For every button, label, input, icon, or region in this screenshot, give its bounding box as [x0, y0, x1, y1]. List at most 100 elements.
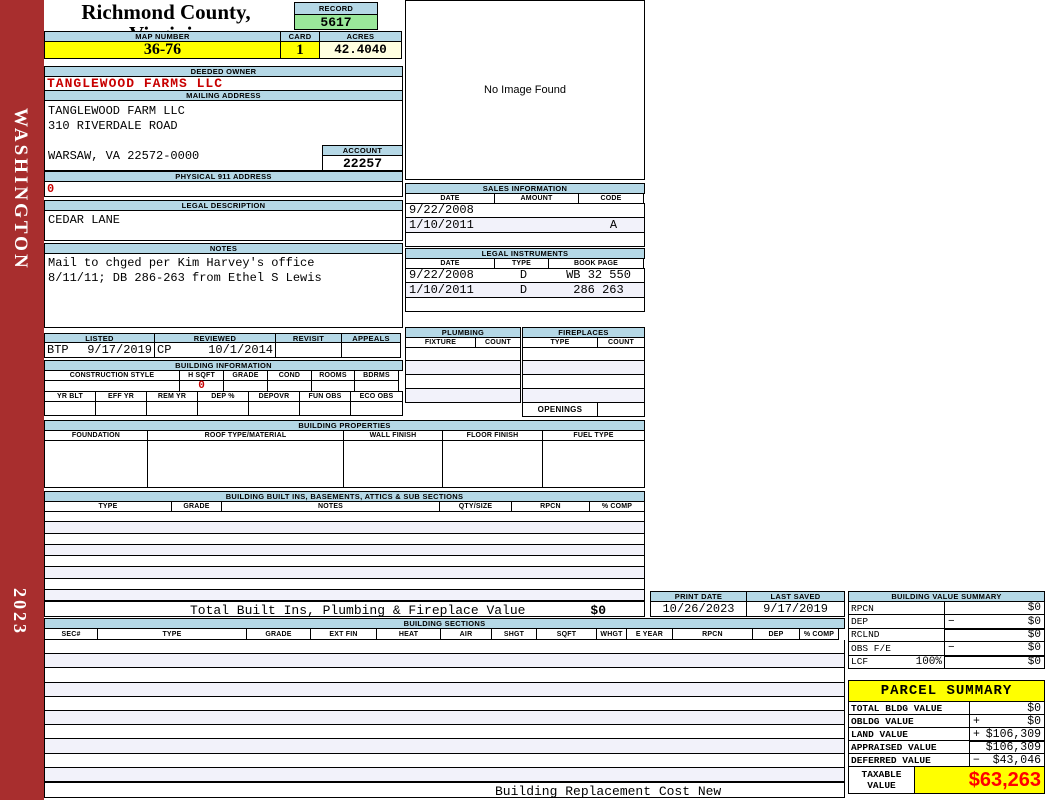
- ecoobs-value: [350, 401, 403, 416]
- bvs-row: DEP − $0: [848, 614, 1045, 628]
- sales-information: SALES INFORMATION DATE AMOUNT CODE 9/22/…: [405, 183, 645, 247]
- built-ins-row: [45, 545, 644, 556]
- parcel-value: $0: [1027, 715, 1041, 728]
- taxable-label-line2: VALUE: [867, 780, 896, 791]
- building-section-row: [45, 768, 844, 782]
- record-box: RECORD 5617: [294, 2, 378, 30]
- parcel-summary-title: PARCEL SUMMARY: [848, 680, 1045, 702]
- card-value: 1: [280, 41, 320, 59]
- sec-col-5: AIR: [440, 628, 492, 640]
- plumbing-row: [406, 389, 520, 403]
- plumbing-col-fixture: FIXTURE: [405, 337, 476, 348]
- sidebar-county-label: WASHINGTON: [9, 108, 31, 271]
- parcel-row: TOTAL BLDG VALUE $0: [848, 701, 1045, 715]
- notes-box: Mail to chged per Kim Harvey's office 8/…: [44, 253, 403, 328]
- built-ins-row: [45, 511, 644, 522]
- plumbing-col-count: COUNT: [475, 337, 521, 348]
- building-section-row: [45, 683, 844, 697]
- building-sections-header: SEC# TYPE GRADE EXT FIN HEAT AIR SHGT SQ…: [44, 628, 845, 640]
- built-ins-row: [45, 522, 644, 533]
- foundation-value: [44, 440, 148, 488]
- parcel-value: $0: [1027, 702, 1041, 715]
- listed-by: BTP: [47, 343, 69, 357]
- bvs-value: $0: [1028, 656, 1041, 668]
- fireplace-row: [523, 389, 644, 403]
- property-record-card: WASHINGTON 2023 Richmond County, Virgini…: [0, 0, 1050, 800]
- parcel-row: DEFERRED VALUE − $43,046: [848, 753, 1045, 767]
- notes-line1: Mail to chged per Kim Harvey's office: [48, 256, 314, 270]
- bvs-row: OBS F/E − $0: [848, 641, 1045, 655]
- sales-row: 1/10/2011 A: [406, 218, 644, 233]
- parcel-op: −: [973, 754, 980, 767]
- map-number-value: 36-76: [44, 41, 281, 59]
- sale-date: 9/22/2008: [406, 203, 496, 217]
- revisit-value: [275, 342, 342, 358]
- instrument-row: [406, 298, 644, 311]
- reviewed-value: CP 10/1/2014: [154, 342, 276, 358]
- appeals-value: [341, 342, 401, 358]
- instrument-row: 1/10/2011 D 286 263: [406, 283, 644, 298]
- fuel-type-value: [542, 440, 645, 488]
- account-value: 22257: [322, 155, 403, 171]
- print-date-value: 10/26/2023: [650, 601, 747, 617]
- mailing-line3: WARSAW, VA 22572-0000: [48, 149, 199, 163]
- fireplaces-col-count: COUNT: [597, 337, 645, 348]
- building-info-table: CONSTRUCTION STYLE H SQFT GRADE COND ROO…: [44, 370, 403, 416]
- taxable-label-line1: TAXABLE: [862, 769, 902, 780]
- sec-col-4: HEAT: [376, 628, 441, 640]
- instr-type: D: [496, 268, 551, 282]
- sales-row: [406, 233, 644, 246]
- bvs-op: −: [948, 642, 955, 654]
- built-ins-row: [45, 579, 644, 590]
- built-ins-rows: [44, 511, 645, 601]
- parcel-op: +: [973, 728, 980, 741]
- acres-value: 42.4040: [319, 41, 402, 59]
- sec-col-12: % COMP: [799, 628, 839, 640]
- dep-pct-value: [197, 401, 249, 416]
- built-ins-total-row: Total Built Ins, Plumbing & Fireplace Va…: [44, 601, 645, 617]
- parcel-row: APPRAISED VALUE $106,309: [848, 740, 1045, 754]
- plumbing-fireplaces: PLUMBING FIXTURE COUNT FIREPLACES TYPE C…: [405, 327, 645, 418]
- legal-description-value: CEDAR LANE: [48, 213, 120, 227]
- instrument-row: 9/22/2008 D WB 32 550: [406, 268, 644, 283]
- fireplace-row: [523, 375, 644, 389]
- yrblt-value: [44, 401, 96, 416]
- physical-address-value: 0: [44, 181, 403, 197]
- bvs-row: LCF 100% $0: [848, 655, 1045, 669]
- bvs-value: $0: [1028, 602, 1041, 614]
- deeded-owner-value: TANGLEWOOD FARMS LLC: [44, 76, 403, 91]
- bvs-label: OBS F/E: [851, 643, 891, 654]
- parcel-label: OBLDG VALUE: [848, 714, 970, 728]
- parcel-label: TOTAL BLDG VALUE: [848, 701, 970, 715]
- plumbing-row: [406, 347, 520, 361]
- building-section-row: [45, 754, 844, 768]
- effyr-value: [95, 401, 147, 416]
- building-section-row: [45, 697, 844, 711]
- fireplaces-col-type: TYPE: [522, 337, 598, 348]
- bvs-pct: 100%: [916, 656, 942, 668]
- record-value: 5617: [294, 14, 378, 30]
- building-value-summary: BUILDING VALUE SUMMARY RPCN $0 DEP − $0: [848, 591, 1045, 669]
- legal-description-box: CEDAR LANE: [44, 210, 403, 241]
- building-section-row: [45, 739, 844, 753]
- built-ins-total-label: Total Built Ins, Plumbing & Fireplace Va…: [190, 603, 525, 618]
- bvs-value: $0: [1028, 642, 1041, 654]
- parcel-value: $43,046: [993, 754, 1041, 767]
- reviewed-by: CP: [157, 343, 171, 357]
- fireplace-row: [523, 361, 644, 375]
- building-section-row: [45, 711, 844, 725]
- bvs-row: RCLND $0: [848, 628, 1045, 642]
- bvs-label: LCF: [851, 656, 868, 667]
- no-image-text: No Image Found: [484, 84, 566, 96]
- remyr-value: [146, 401, 198, 416]
- bvs-label: RPCN: [851, 603, 874, 614]
- sec-col-10: RPCN: [672, 628, 753, 640]
- built-ins-row: [45, 590, 644, 601]
- fireplace-row: [523, 347, 644, 361]
- building-sections-rows: [44, 640, 845, 782]
- parcel-summary: PARCEL SUMMARY TOTAL BLDG VALUE $0 OBLDG…: [848, 680, 1045, 794]
- listed-value: BTP 9/17/2019: [44, 342, 155, 358]
- parcel-op: +: [973, 715, 980, 728]
- building-section-row: [45, 654, 844, 668]
- sec-col-6: SHGT: [491, 628, 537, 640]
